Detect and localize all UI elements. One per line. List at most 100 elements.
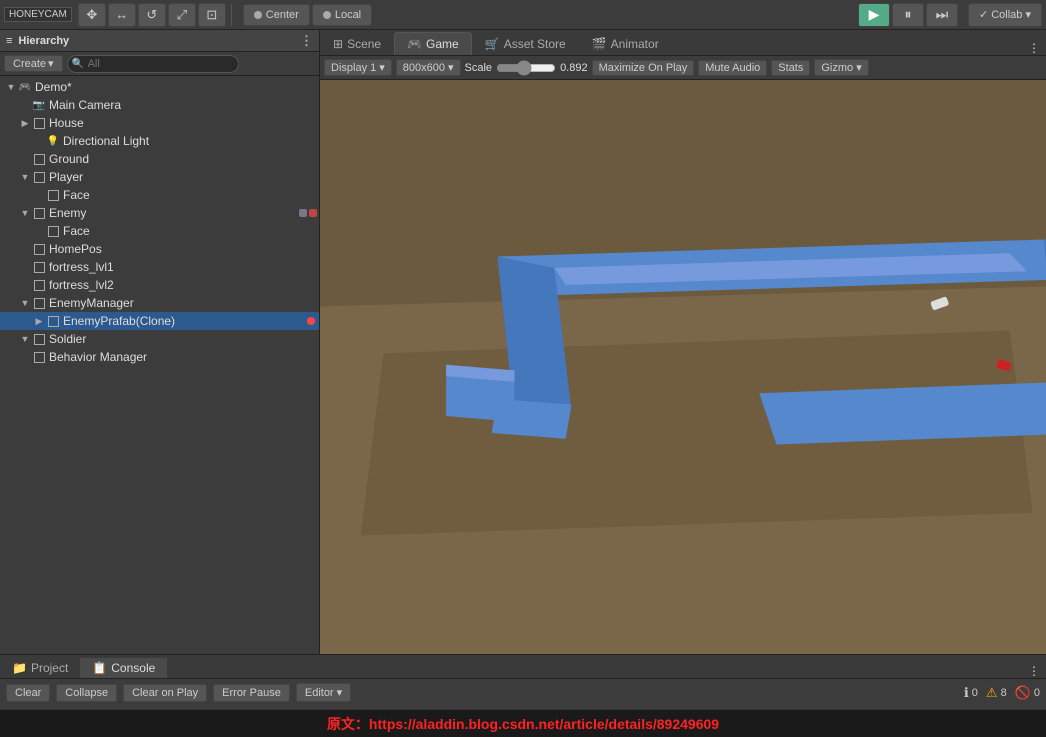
tab-console[interactable]: 📋 Console <box>80 658 167 678</box>
tab-animator[interactable]: 🎬 Animator <box>579 32 672 55</box>
tool-translate[interactable]: ↔ <box>108 3 136 27</box>
tree-item-player[interactable]: ▼ Player <box>0 168 319 186</box>
arrow-enemy-prafab: ▶ <box>32 316 46 327</box>
icon-fortress1 <box>32 260 46 274</box>
display-label: Display 1 <box>331 62 376 74</box>
play-button[interactable]: ▶ <box>858 3 890 27</box>
warning-icon: ⚠ <box>986 685 998 701</box>
tree-item-dir-light[interactable]: 💡 Directional Light <box>0 132 319 150</box>
tree-item-enemy-manager[interactable]: ▼ EnemyManager <box>0 294 319 312</box>
resolution-label: 800x600 <box>403 62 445 74</box>
tool-move[interactable]: ✥ <box>78 3 106 27</box>
arrow-enemy-manager: ▼ <box>18 298 32 308</box>
label-enemy-manager: EnemyManager <box>49 296 134 310</box>
warning-badge: ⚠ 8 <box>986 685 1007 701</box>
maximize-on-play-btn[interactable]: Maximize On Play <box>592 60 695 76</box>
pause-button[interactable]: ⏸ <box>892 3 924 27</box>
tab-project[interactable]: 📁 Project <box>0 658 80 678</box>
editor-label: Editor <box>305 687 334 699</box>
project-tab-label: Project <box>31 661 68 675</box>
icon-ground <box>32 152 46 166</box>
animator-label: Animator <box>611 37 659 51</box>
separator-1 <box>231 4 232 26</box>
tree-item-homepos[interactable]: HomePos <box>0 240 319 258</box>
label-enemy: Enemy <box>49 206 86 220</box>
icon-face-player <box>46 188 60 202</box>
scale-slider[interactable] <box>496 60 556 76</box>
label-dir-light: Directional Light <box>63 134 149 148</box>
icon-enemy-manager <box>32 296 46 310</box>
tree-item-main-camera[interactable]: 📷 Main Camera <box>0 96 319 114</box>
gizmos-arrow: ▾ <box>856 62 862 74</box>
label-fortress1: fortress_lvl1 <box>49 260 114 274</box>
tree-item-ground[interactable]: Ground <box>0 150 319 168</box>
search-wrapper: 🔍 <box>67 55 315 73</box>
editor-button[interactable]: Editor ▾ <box>296 683 351 702</box>
collab-button[interactable]: ✓ Collab ▾ <box>968 3 1042 27</box>
asset-store-icon: 🛒 <box>485 37 500 51</box>
play-controls: ▶ ⏸ ⏭ <box>858 3 958 27</box>
tool-rotate[interactable]: ↺ <box>138 3 166 27</box>
console-tab-icon: 📋 <box>92 661 107 675</box>
pivot-dot <box>254 11 262 19</box>
pivot-local-group: Center Local <box>243 4 372 26</box>
label-house: House <box>49 116 84 130</box>
scale-value: 0.892 <box>560 62 588 74</box>
local-btn[interactable]: Local <box>312 4 372 26</box>
mute-audio-btn[interactable]: Mute Audio <box>698 60 767 76</box>
tree-item-fortress1[interactable]: fortress_lvl1 <box>0 258 319 276</box>
collapse-button[interactable]: Collapse <box>56 684 117 702</box>
label-homepos: HomePos <box>49 242 102 256</box>
label-soldier: Soldier <box>49 332 86 346</box>
stats-btn[interactable]: Stats <box>771 60 810 76</box>
tree-item-fortress2[interactable]: fortress_lvl2 <box>0 276 319 294</box>
tab-scene[interactable]: ⊞ Scene <box>320 32 394 55</box>
local-dot <box>323 11 331 19</box>
tool-scale[interactable]: ⤢ <box>168 3 196 27</box>
arrow-player: ▼ <box>18 172 32 182</box>
tool-rect[interactable]: ⊡ <box>198 3 226 27</box>
label-enemy-prafab: EnemyPrafab(Clone) <box>63 314 175 328</box>
tree-item-behavior-manager[interactable]: Behavior Manager <box>0 348 319 366</box>
icon-homepos <box>32 242 46 256</box>
display-dropdown[interactable]: Display 1 ▾ <box>324 59 392 76</box>
tree-item-soldier[interactable]: ▼ Soldier <box>0 330 319 348</box>
resolution-dropdown[interactable]: 800x600 ▾ <box>396 59 461 76</box>
hierarchy-search[interactable] <box>67 55 239 73</box>
hierarchy-panel: ≡ Hierarchy ⋮ Create ▾ 🔍 ▼ 🎮 Demo* <box>0 30 320 654</box>
gizmos-btn[interactable]: Gizmo ▾ <box>814 59 868 76</box>
clear-button[interactable]: Clear <box>6 684 50 702</box>
step-button[interactable]: ⏭ <box>926 3 958 27</box>
clear-on-play-button[interactable]: Clear on Play <box>123 684 207 702</box>
label-fortress2: fortress_lvl2 <box>49 278 114 292</box>
bottom-panels: 📁 Project 📋 Console ⋮ Clear Collapse Cle… <box>0 654 1046 709</box>
tree-item-house[interactable]: ▶ House <box>0 114 319 132</box>
tree-item-face-enemy[interactable]: Face <box>0 222 319 240</box>
resolution-arrow: ▾ <box>448 61 454 74</box>
hierarchy-tree: ▼ 🎮 Demo* 📷 Main Camera ▶ House 💡 Direct… <box>0 76 319 654</box>
warning-dot-enemy-prafab <box>307 317 315 325</box>
info-count: 0 <box>972 687 978 699</box>
hierarchy-toolbar: Create ▾ 🔍 <box>0 52 319 76</box>
tree-item-demo[interactable]: ▼ 🎮 Demo* <box>0 78 319 96</box>
tab-asset-store[interactable]: 🛒 Asset Store <box>472 32 579 55</box>
hierarchy-options[interactable]: ⋮ <box>300 33 313 49</box>
maximize-on-play-label: Maximize On Play <box>599 62 688 74</box>
stats-label: Stats <box>778 62 803 74</box>
tree-item-enemy-prafab[interactable]: ▶ EnemyPrafab(Clone) <box>0 312 319 330</box>
scene-icon: ⊞ <box>333 37 343 51</box>
tab-options[interactable]: ⋮ <box>1028 41 1046 55</box>
console-tab-label: Console <box>111 661 155 675</box>
honeycam-label: HONEYCAM <box>4 7 72 22</box>
tab-game[interactable]: 🎮 Game <box>394 32 472 55</box>
label-player: Player <box>49 170 83 184</box>
tree-item-enemy[interactable]: ▼ Enemy <box>0 204 319 222</box>
tree-item-face-player[interactable]: Face <box>0 186 319 204</box>
mute-audio-label: Mute Audio <box>705 62 760 74</box>
hierarchy-icon: ≡ <box>6 35 12 47</box>
pivot-btn[interactable]: Center <box>243 4 310 26</box>
error-pause-button[interactable]: Error Pause <box>213 684 290 702</box>
create-button[interactable]: Create ▾ <box>4 55 63 72</box>
bottom-options[interactable]: ⋮ <box>1028 664 1046 678</box>
icon-demo: 🎮 <box>18 80 32 94</box>
